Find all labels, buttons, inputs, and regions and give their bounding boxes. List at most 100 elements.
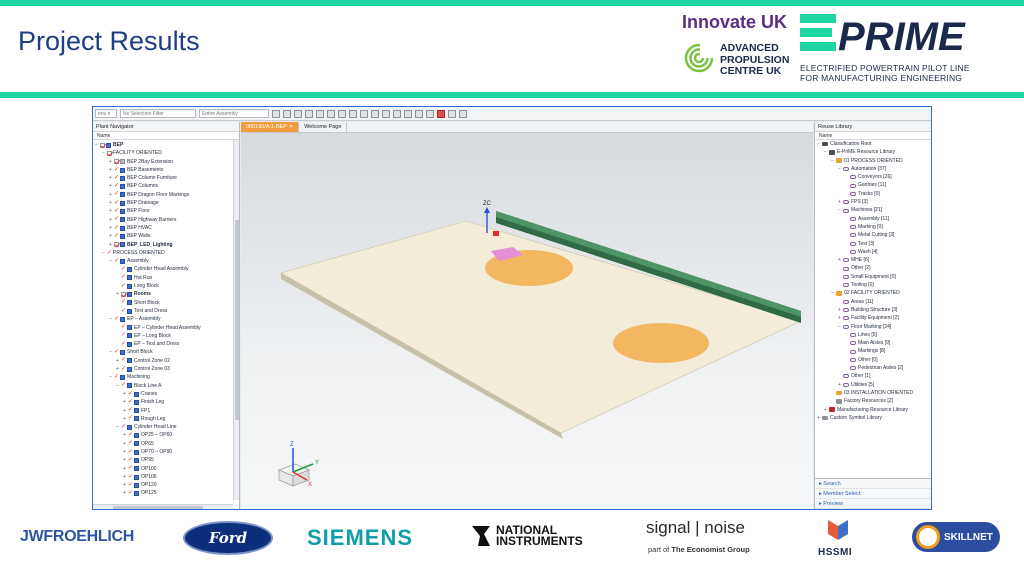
tree-row[interactable]: + ✓ OP125 — [93, 489, 239, 497]
plant-navigator-hscroll[interactable] — [93, 504, 233, 509]
tree-row[interactable]: + ✓ Control Zone 02 — [93, 357, 239, 365]
selection-filter-select[interactable]: No Selection Filter — [120, 109, 196, 118]
visibility-check-icon[interactable]: ✓ — [121, 308, 126, 314]
filter-icon[interactable] — [283, 109, 291, 118]
tree-row[interactable]: + ✓ BEP Dragon Floor Markings — [93, 191, 239, 199]
visibility-check-icon[interactable]: ✓ — [128, 407, 133, 413]
tree-row[interactable]: ✓ EP – Long Block — [93, 332, 239, 340]
tree-row[interactable]: − ✓ Machining — [93, 373, 239, 381]
library-row[interactable]: Other [2] — [815, 264, 931, 272]
library-row[interactable]: 03 INSTALLATION ORIENTED — [815, 389, 931, 397]
visibility-check-icon[interactable]: ✓ — [114, 258, 119, 264]
library-row[interactable]: Other [0] — [815, 356, 931, 364]
move-icon[interactable] — [305, 109, 313, 118]
library-row[interactable]: + MHE [6] — [815, 256, 931, 264]
tree-row[interactable]: + ✓ OP120 — [93, 481, 239, 489]
library-row[interactable]: Test [3] — [815, 240, 931, 248]
library-row[interactable]: Marking [0] — [815, 223, 931, 231]
tree-row[interactable]: + ✓ OP105 — [93, 473, 239, 481]
visibility-check-icon[interactable]: ✓ — [114, 316, 119, 322]
delete-icon[interactable] — [437, 109, 445, 118]
shaded-icon[interactable] — [360, 109, 368, 118]
visibility-check-icon[interactable]: ✓ — [114, 374, 119, 380]
library-row[interactable]: Other [1] — [815, 372, 931, 380]
tree-row[interactable]: ✓ Test and Dress — [93, 307, 239, 315]
visibility-checkbox[interactable] — [121, 291, 126, 297]
render-icon[interactable] — [393, 109, 401, 118]
visibility-check-icon[interactable]: ✓ — [121, 332, 126, 338]
tree-row[interactable]: + ✓ OP95 — [93, 456, 239, 464]
member-select-section[interactable]: ▸ Member Select — [815, 489, 931, 499]
visibility-check-icon[interactable]: ✓ — [128, 465, 133, 471]
visibility-check-icon[interactable]: ✓ — [128, 482, 133, 488]
clip-icon[interactable] — [426, 109, 434, 118]
visibility-check-icon[interactable]: ✓ — [121, 274, 126, 280]
library-row[interactable]: Pedestrian Aisles [2] — [815, 364, 931, 372]
library-row[interactable]: − E-PriME Resource Library — [815, 148, 931, 156]
visibility-check-icon[interactable]: ✓ — [128, 399, 133, 405]
view-top-icon[interactable] — [338, 109, 346, 118]
tree-row[interactable]: + ✓ BEP Column Furniture — [93, 174, 239, 182]
tree-row[interactable]: ✓ Hot Run — [93, 274, 239, 282]
preview-section[interactable]: ▸ Preview — [815, 499, 931, 509]
visibility-check-icon[interactable]: ✓ — [107, 250, 112, 256]
tree-row[interactable]: ✓ EP – Cylinder Head Assembly — [93, 324, 239, 332]
visibility-check-icon[interactable]: ✓ — [128, 449, 133, 455]
tree-row[interactable]: + ✓ Cranes — [93, 390, 239, 398]
assembly-scope-select[interactable]: Entire Assembly — [199, 109, 269, 118]
tree-row[interactable]: − ✓ Assembly — [93, 257, 239, 265]
visibility-check-icon[interactable]: ✓ — [121, 341, 126, 347]
library-row[interactable]: Assembly [11] — [815, 215, 931, 223]
library-row[interactable]: + Manufacturing Resource Library — [815, 406, 931, 414]
tree-row[interactable]: − BEP — [93, 141, 239, 149]
menu-dropdown[interactable]: enu ▾ — [95, 109, 117, 118]
library-row[interactable]: Factory Resources [2] — [815, 397, 931, 405]
tree-row[interactable]: − ✓ Cylinder Head Line — [93, 423, 239, 431]
library-row[interactable]: + Utilities [5] — [815, 381, 931, 389]
snap-icon[interactable] — [272, 109, 280, 118]
library-row[interactable]: + FPS [3] — [815, 198, 931, 206]
visibility-check-icon[interactable]: ✓ — [114, 216, 119, 222]
grid-icon[interactable] — [448, 109, 456, 118]
tree-row[interactable]: + ✓ FP1 — [93, 407, 239, 415]
tree-row[interactable]: ✓ Long Block — [93, 282, 239, 290]
visibility-checkbox[interactable] — [114, 159, 119, 165]
library-row[interactable]: Tooling [0] — [815, 281, 931, 289]
library-row[interactable]: Markings [8] — [815, 347, 931, 355]
tree-row[interactable]: ✓ Short Block — [93, 299, 239, 307]
tree-row[interactable]: + ✓ BEP Floor — [93, 207, 239, 215]
visibility-check-icon[interactable]: ✓ — [121, 283, 126, 289]
close-icon[interactable]: ✕ — [289, 122, 293, 133]
visibility-check-icon[interactable]: ✓ — [114, 233, 119, 239]
tree-row[interactable]: + ✓ Rough Leg — [93, 415, 239, 423]
factory-3d-model[interactable]: ZC — [241, 133, 813, 510]
view-triad[interactable]: Z Y X — [273, 440, 323, 490]
tree-row[interactable]: ✓ EP – Test and Dress — [93, 340, 239, 348]
visibility-checkbox[interactable] — [100, 142, 105, 148]
point-icon[interactable] — [316, 109, 324, 118]
tree-row[interactable]: ✓ Cylinder Head Assembly — [93, 265, 239, 273]
library-row[interactable]: + Building Structure [3] — [815, 306, 931, 314]
visibility-check-icon[interactable]: ✓ — [128, 432, 133, 438]
library-row[interactable]: Main Aisles [9] — [815, 339, 931, 347]
tree-row[interactable]: − ✓ Block Line A — [93, 382, 239, 390]
library-row[interactable]: Conveyors [26] — [815, 173, 931, 181]
visibility-check-icon[interactable]: ✓ — [114, 183, 119, 189]
tree-row[interactable]: + ✓ BEP HVAC — [93, 224, 239, 232]
library-row[interactable]: + Facility Equipment [2] — [815, 314, 931, 322]
visibility-check-icon[interactable]: ✓ — [121, 266, 126, 272]
library-row[interactable]: Metal Cutting [3] — [815, 231, 931, 239]
visibility-check-icon[interactable]: ✓ — [128, 391, 133, 397]
tree-row[interactable]: + ✓ OP25 – OP60 — [93, 431, 239, 439]
visibility-check-icon[interactable]: ✓ — [128, 457, 133, 463]
tree-row[interactable]: − ✓ EP – Assembly — [93, 315, 239, 323]
visibility-check-icon[interactable]: ✓ — [121, 299, 126, 305]
tree-row[interactable]: + ✓ OP70 – OP90 — [93, 448, 239, 456]
visibility-check-icon[interactable]: ✓ — [121, 424, 126, 430]
visibility-check-icon[interactable]: ✓ — [114, 191, 119, 197]
visibility-check-icon[interactable]: ✓ — [114, 208, 119, 214]
tree-row[interactable]: + ✓ BEP Basements — [93, 166, 239, 174]
layer-icon[interactable] — [382, 109, 390, 118]
tree-row[interactable]: + ✓ BEP Highway Barriers — [93, 216, 239, 224]
visibility-check-icon[interactable]: ✓ — [121, 357, 126, 363]
